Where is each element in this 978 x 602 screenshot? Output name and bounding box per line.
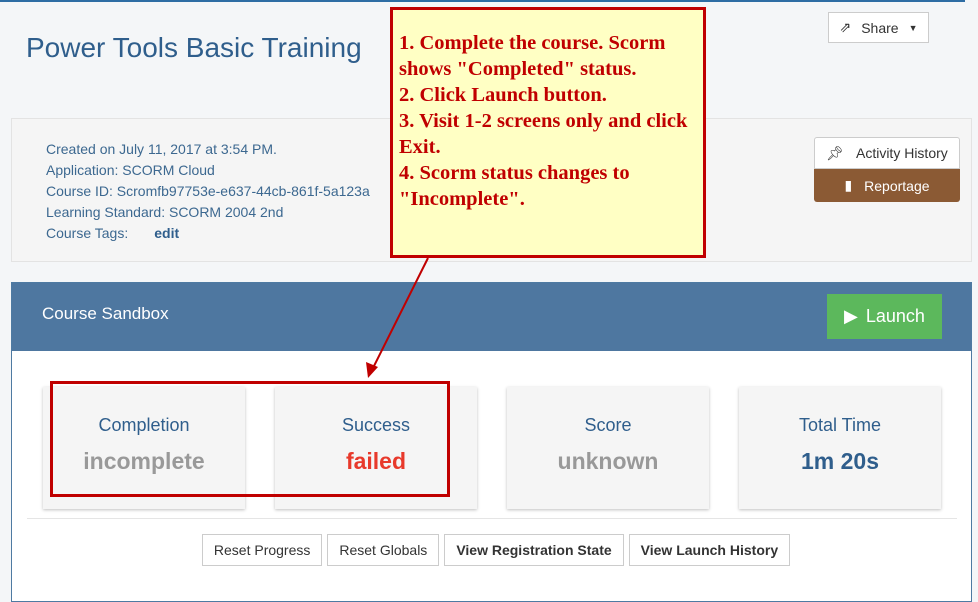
annotation-callout: 1. Complete the course. Scorm shows "Com…	[390, 7, 706, 258]
